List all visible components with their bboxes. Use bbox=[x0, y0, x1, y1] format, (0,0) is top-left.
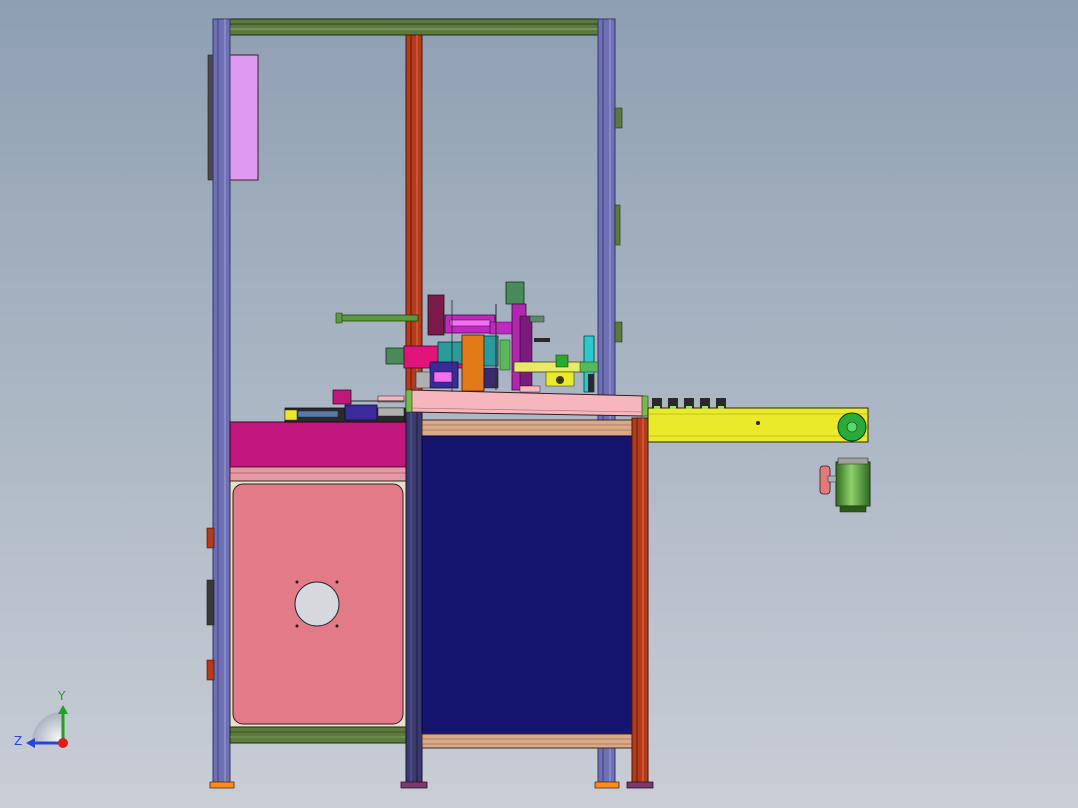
magenta-base-panel bbox=[229, 421, 407, 482]
triad-y-label: Y bbox=[57, 689, 66, 703]
viewport-canvas[interactable]: Y Z bbox=[0, 0, 1078, 808]
pink-cabinet bbox=[229, 480, 407, 728]
right-red-post bbox=[631, 417, 649, 786]
cad-viewport[interactable]: Y Z bbox=[0, 0, 1078, 808]
top-rail bbox=[212, 18, 616, 36]
triad-x-axis-dot bbox=[58, 738, 68, 748]
triad-z-label: Z bbox=[14, 734, 22, 748]
cabinet-port-hole bbox=[294, 581, 340, 627]
bottom-rail-left bbox=[229, 726, 407, 744]
navy-cabinet bbox=[421, 419, 633, 749]
center-post-lower bbox=[405, 394, 423, 786]
center-red-post bbox=[405, 34, 423, 396]
